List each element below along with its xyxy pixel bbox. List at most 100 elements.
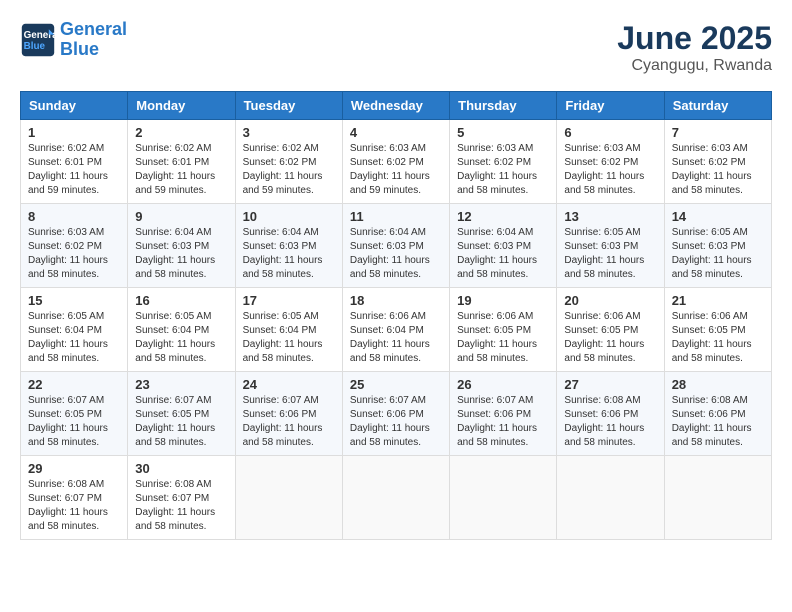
day-info: Sunrise: 6:05 AMSunset: 6:03 PMDaylight:… [564, 226, 656, 282]
day-info: Sunrise: 6:07 AMSunset: 6:06 PMDaylight:… [243, 394, 335, 450]
day-number: 2 [135, 125, 227, 140]
svg-text:Blue: Blue [24, 41, 46, 52]
day-number: 1 [28, 125, 120, 140]
day-info: Sunrise: 6:04 AMSunset: 6:03 PMDaylight:… [135, 226, 227, 282]
calendar-table: SundayMondayTuesdayWednesdayThursdayFrid… [20, 91, 772, 540]
calendar-cell [664, 456, 771, 540]
day-info: Sunrise: 6:02 AMSunset: 6:01 PMDaylight:… [28, 142, 120, 198]
calendar-cell: 12Sunrise: 6:04 AMSunset: 6:03 PMDayligh… [450, 204, 557, 288]
day-number: 20 [564, 293, 656, 308]
calendar-cell: 16Sunrise: 6:05 AMSunset: 6:04 PMDayligh… [128, 288, 235, 372]
day-number: 22 [28, 377, 120, 392]
day-number: 19 [457, 293, 549, 308]
calendar-cell: 7 Sunrise: 6:03 AMSunset: 6:02 PMDaylight… [664, 120, 771, 204]
day-info: Sunrise: 6:07 AMSunset: 6:06 PMDaylight:… [457, 394, 549, 450]
calendar-header-row: SundayMondayTuesdayWednesdayThursdayFrid… [21, 92, 772, 120]
day-info: Sunrise: 6:06 AMSunset: 6:04 PMDaylight:… [350, 310, 442, 366]
calendar-cell [342, 456, 449, 540]
header-saturday: Saturday [664, 92, 771, 120]
day-number: 17 [243, 293, 335, 308]
day-number: 26 [457, 377, 549, 392]
calendar-cell: 29 Sunrise: 6:08 AMSunset: 6:07 PMDayligh… [21, 456, 128, 540]
calendar-cell: 1 Sunrise: 6:02 AMSunset: 6:01 PMDaylight… [21, 120, 128, 204]
day-info: Sunrise: 6:05 AMSunset: 6:04 PMDaylight:… [28, 310, 120, 366]
header-sunday: Sunday [21, 92, 128, 120]
calendar-cell: 30 Sunrise: 6:08 AMSunset: 6:07 PMDayligh… [128, 456, 235, 540]
title-block: June 2025 Cyangugu, Rwanda [617, 20, 772, 75]
day-info: Sunrise: 6:08 AMSunset: 6:07 PMDaylight:… [135, 478, 227, 534]
day-info: Sunrise: 6:03 AMSunset: 6:02 PMDaylight:… [28, 226, 120, 282]
day-info: Sunrise: 6:04 AMSunset: 6:03 PMDaylight:… [243, 226, 335, 282]
calendar-cell: 28Sunrise: 6:08 AMSunset: 6:06 PMDayligh… [664, 372, 771, 456]
day-info: Sunrise: 6:08 AMSunset: 6:07 PMDaylight:… [28, 478, 120, 534]
calendar-cell: 21 Sunrise: 6:06 AMSunset: 6:05 PMDayligh… [664, 288, 771, 372]
day-number: 29 [28, 461, 120, 476]
day-info: Sunrise: 6:05 AMSunset: 6:04 PMDaylight:… [243, 310, 335, 366]
logo-icon: General Blue [20, 22, 56, 58]
calendar-cell: 26 Sunrise: 6:07 AMSunset: 6:06 PMDayligh… [450, 372, 557, 456]
day-number: 10 [243, 209, 335, 224]
day-info: Sunrise: 6:06 AMSunset: 6:05 PMDaylight:… [672, 310, 764, 366]
calendar-cell: 27Sunrise: 6:08 AMSunset: 6:06 PMDayligh… [557, 372, 664, 456]
location: Cyangugu, Rwanda [617, 57, 772, 75]
day-info: Sunrise: 6:03 AMSunset: 6:02 PMDaylight:… [672, 142, 764, 198]
day-number: 3 [243, 125, 335, 140]
day-info: Sunrise: 6:06 AMSunset: 6:05 PMDaylight:… [564, 310, 656, 366]
header-wednesday: Wednesday [342, 92, 449, 120]
calendar-cell: 6Sunrise: 6:03 AMSunset: 6:02 PMDaylight… [557, 120, 664, 204]
calendar-cell: 2 Sunrise: 6:02 AMSunset: 6:01 PMDaylight… [128, 120, 235, 204]
day-number: 15 [28, 293, 120, 308]
day-info: Sunrise: 6:02 AMSunset: 6:01 PMDaylight:… [135, 142, 227, 198]
day-number: 18 [350, 293, 442, 308]
calendar-cell: 13 Sunrise: 6:05 AMSunset: 6:03 PMDayligh… [557, 204, 664, 288]
header-friday: Friday [557, 92, 664, 120]
day-number: 28 [672, 377, 764, 392]
day-info: Sunrise: 6:04 AMSunset: 6:03 PMDaylight:… [350, 226, 442, 282]
calendar-cell: 25 Sunrise: 6:07 AMSunset: 6:06 PMDayligh… [342, 372, 449, 456]
page-header: General Blue General Blue June 2025 Cyan… [20, 20, 772, 75]
day-number: 7 [672, 125, 764, 140]
calendar-cell: 9Sunrise: 6:04 AMSunset: 6:03 PMDaylight… [128, 204, 235, 288]
day-info: Sunrise: 6:05 AMSunset: 6:04 PMDaylight:… [135, 310, 227, 366]
day-info: Sunrise: 6:06 AMSunset: 6:05 PMDaylight:… [457, 310, 549, 366]
day-number: 27 [564, 377, 656, 392]
logo: General Blue General Blue [20, 20, 127, 60]
calendar-cell: 23 Sunrise: 6:07 AMSunset: 6:05 PMDayligh… [128, 372, 235, 456]
day-info: Sunrise: 6:03 AMSunset: 6:02 PMDaylight:… [350, 142, 442, 198]
calendar-cell: 8 Sunrise: 6:03 AMSunset: 6:02 PMDaylight… [21, 204, 128, 288]
day-number: 13 [564, 209, 656, 224]
calendar-cell [235, 456, 342, 540]
day-info: Sunrise: 6:02 AMSunset: 6:02 PMDaylight:… [243, 142, 335, 198]
header-thursday: Thursday [450, 92, 557, 120]
day-number: 23 [135, 377, 227, 392]
calendar-cell: 19 Sunrise: 6:06 AMSunset: 6:05 PMDayligh… [450, 288, 557, 372]
header-tuesday: Tuesday [235, 92, 342, 120]
calendar-cell: 4Sunrise: 6:03 AMSunset: 6:02 PMDaylight… [342, 120, 449, 204]
calendar-week-5: 29 Sunrise: 6:08 AMSunset: 6:07 PMDayligh… [21, 456, 772, 540]
day-info: Sunrise: 6:04 AMSunset: 6:03 PMDaylight:… [457, 226, 549, 282]
calendar-cell: 18 Sunrise: 6:06 AMSunset: 6:04 PMDayligh… [342, 288, 449, 372]
day-info: Sunrise: 6:03 AMSunset: 6:02 PMDaylight:… [457, 142, 549, 198]
day-number: 21 [672, 293, 764, 308]
calendar-cell: 17 Sunrise: 6:05 AMSunset: 6:04 PMDayligh… [235, 288, 342, 372]
day-info: Sunrise: 6:07 AMSunset: 6:06 PMDaylight:… [350, 394, 442, 450]
calendar-cell: 20 Sunrise: 6:06 AMSunset: 6:05 PMDayligh… [557, 288, 664, 372]
calendar-cell: 14Sunrise: 6:05 AMSunset: 6:03 PMDayligh… [664, 204, 771, 288]
day-info: Sunrise: 6:05 AMSunset: 6:03 PMDaylight:… [672, 226, 764, 282]
month-title: June 2025 [617, 20, 772, 57]
calendar-cell: 22 Sunrise: 6:07 AMSunset: 6:05 PMDayligh… [21, 372, 128, 456]
day-info: Sunrise: 6:07 AMSunset: 6:05 PMDaylight:… [28, 394, 120, 450]
logo-text: General Blue [60, 20, 127, 60]
day-number: 11 [350, 209, 442, 224]
calendar-week-2: 8 Sunrise: 6:03 AMSunset: 6:02 PMDaylight… [21, 204, 772, 288]
day-number: 25 [350, 377, 442, 392]
day-number: 24 [243, 377, 335, 392]
calendar-cell [557, 456, 664, 540]
day-number: 5 [457, 125, 549, 140]
calendar-week-4: 22 Sunrise: 6:07 AMSunset: 6:05 PMDayligh… [21, 372, 772, 456]
day-number: 30 [135, 461, 227, 476]
calendar-cell: 15 Sunrise: 6:05 AMSunset: 6:04 PMDayligh… [21, 288, 128, 372]
calendar-body: 1 Sunrise: 6:02 AMSunset: 6:01 PMDaylight… [21, 120, 772, 540]
day-info: Sunrise: 6:07 AMSunset: 6:05 PMDaylight:… [135, 394, 227, 450]
day-number: 8 [28, 209, 120, 224]
